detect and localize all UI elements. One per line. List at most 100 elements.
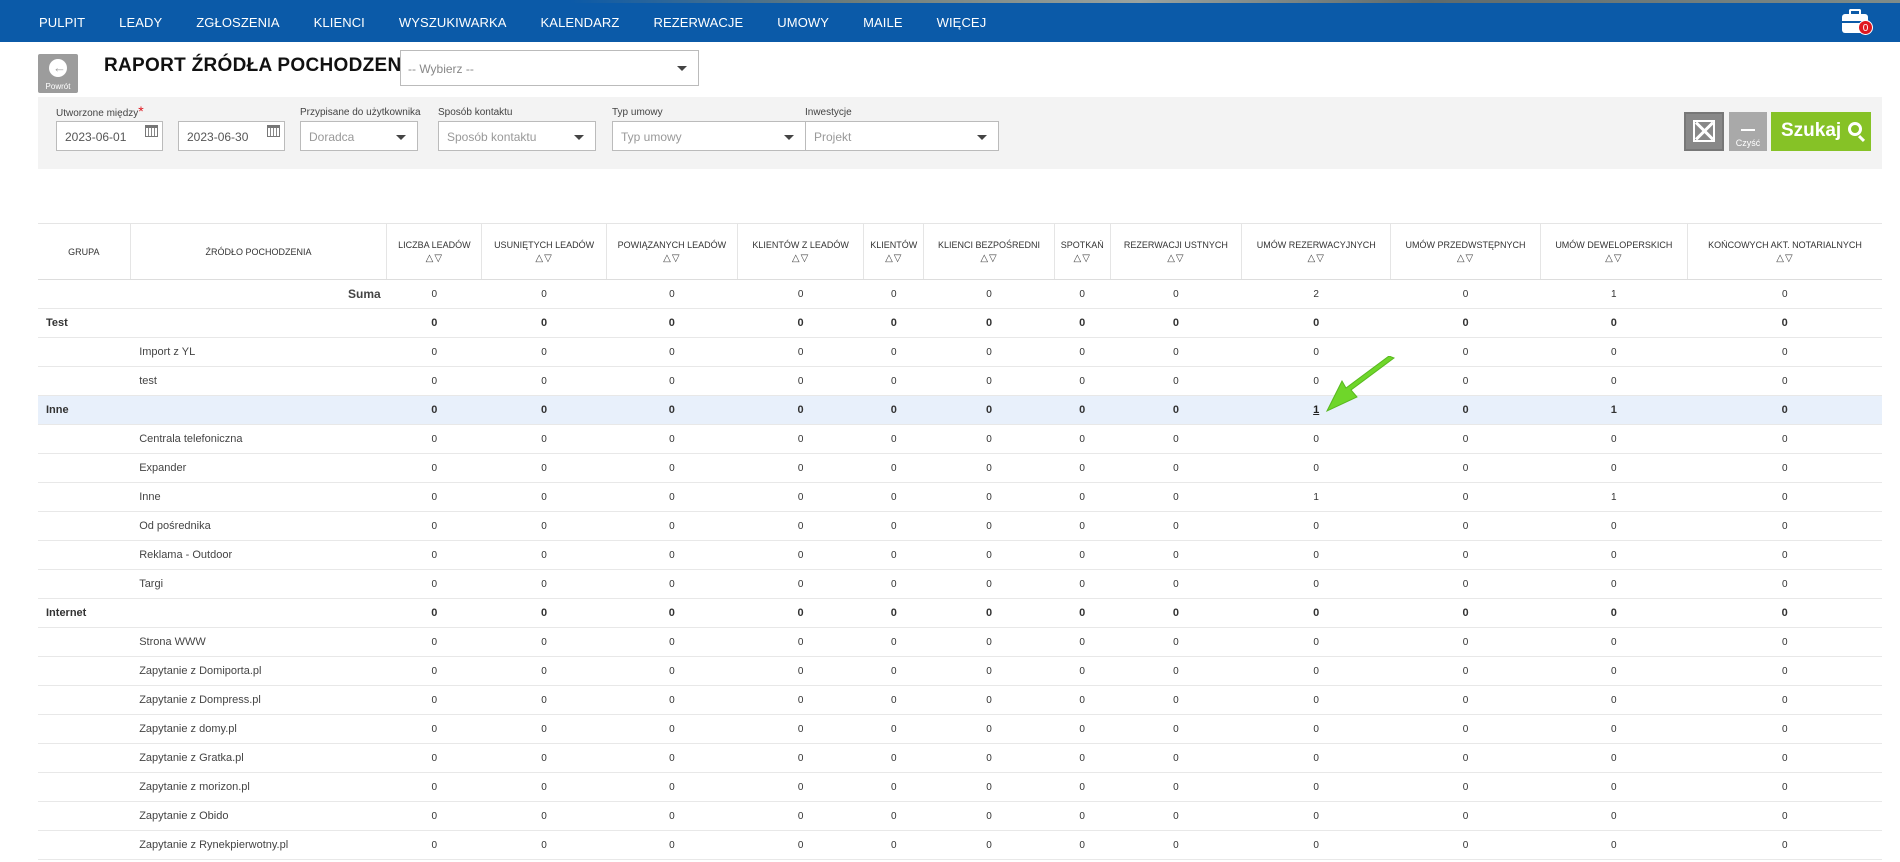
column-header[interactable]: KLIENTÓW △▽ — [863, 223, 925, 280]
nav-item-pulpit[interactable]: PULPIT — [39, 15, 85, 30]
chevron-down-icon — [574, 135, 584, 140]
back-button[interactable]: ← Powrót — [38, 54, 78, 93]
table-row: Import z YL 0 0 0 0 0 0 0 0 0 0 0 0 — [38, 337, 1882, 367]
sort-arrows-icon[interactable]: △▽ — [792, 253, 809, 265]
contact-method-select[interactable]: Sposób kontaktu — [438, 121, 596, 151]
calendar-icon[interactable] — [267, 125, 280, 137]
sort-arrows-icon[interactable]: △▽ — [1074, 253, 1091, 265]
close-filters-button[interactable] — [1684, 112, 1724, 151]
value-cell: 0 — [737, 685, 864, 715]
sum-row: Suma 0 0 0 0 0 0 0 0 2 0 1 0 — [38, 279, 1882, 309]
value-cell: 1 — [1241, 482, 1391, 512]
column-header[interactable]: UMÓW PRZEDWSTĘPNYCH △▽ — [1390, 223, 1541, 280]
nav-item-leady[interactable]: LEADY — [119, 15, 162, 30]
group-row: Test 0 0 0 0 0 0 0 0 0 0 0 0 — [38, 308, 1882, 338]
search-button[interactable]: Szukaj — [1771, 112, 1871, 151]
nav-item-wiecej[interactable]: WIĘCEJ — [937, 15, 987, 30]
value-cell: 0 — [1241, 569, 1391, 599]
date-from-input[interactable]: 2023-06-01 — [56, 121, 163, 151]
column-header[interactable]: POWIĄZANYCH LEADÓW △▽ — [606, 223, 738, 280]
column-header[interactable]: KLIENCI BEZPOŚREDNI △▽ — [923, 223, 1055, 280]
group-cell: Internet — [38, 598, 131, 628]
sort-arrows-icon[interactable]: △▽ — [1457, 253, 1474, 265]
sort-arrows-icon[interactable]: △▽ — [1605, 253, 1622, 265]
value-cell: 0 — [606, 598, 738, 628]
value-cell: 0 — [481, 308, 607, 338]
report-type-select[interactable]: -- Wybierz -- — [400, 50, 699, 86]
value-cell: 0 — [863, 598, 924, 628]
calendar-icon[interactable] — [145, 125, 158, 137]
value-cell: 0 — [386, 714, 482, 744]
table-row: Zapytanie z Obido 0 0 0 0 0 0 0 0 0 0 0 0 — [38, 801, 1882, 831]
nav-item-klienci[interactable]: KLIENCI — [314, 15, 365, 30]
source-cell: Strona WWW — [130, 627, 387, 657]
sort-arrows-icon[interactable]: △▽ — [885, 253, 902, 265]
nav-item-zgloszenia[interactable]: ZGŁOSZENIA — [196, 15, 279, 30]
value-cell: 0 — [863, 743, 924, 773]
nav-item-kalendarz[interactable]: KALENDARZ — [541, 15, 620, 30]
nav-item-wyszukiwarka[interactable]: WYSZUKIWARKA — [399, 15, 507, 30]
date-to-input[interactable]: 2023-06-30 — [178, 121, 285, 151]
column-header[interactable]: UMÓW DEWELOPERSKICH △▽ — [1540, 223, 1688, 280]
value-cell: 0 — [481, 279, 607, 309]
value-cell: 0 — [1054, 772, 1111, 802]
column-header[interactable]: UMÓW REZERWACYJNYCH △▽ — [1241, 223, 1392, 280]
nav-item-maile[interactable]: MAILE — [863, 15, 903, 30]
value-cell: 0 — [1540, 366, 1688, 396]
value-cell: 0 — [863, 569, 924, 599]
sort-arrows-icon[interactable]: △▽ — [663, 253, 680, 265]
sort-arrows-icon[interactable]: △▽ — [535, 253, 552, 265]
value-cell: 0 — [863, 627, 924, 657]
annotation-arrow-icon — [1325, 356, 1396, 413]
value-cell: 0 — [1241, 772, 1391, 802]
value-cell: 0 — [606, 424, 738, 454]
sort-arrows-icon[interactable]: △▽ — [426, 253, 443, 265]
value-cell: 0 — [1110, 453, 1242, 483]
sort-arrows-icon[interactable]: △▽ — [1776, 253, 1793, 265]
value-cell: 0 — [923, 482, 1055, 512]
contract-type-select[interactable]: Typ umowy — [612, 121, 806, 151]
value-cell: 0 — [923, 279, 1055, 309]
value-cell: 0 — [1540, 424, 1688, 454]
date-from-value: 2023-06-01 — [65, 130, 127, 144]
column-header[interactable]: LICZBA LEADÓW △▽ — [386, 223, 483, 280]
sort-arrows-icon[interactable]: △▽ — [1308, 253, 1325, 265]
value-cell: 0 — [923, 714, 1055, 744]
value-cell: 2 — [1241, 279, 1391, 309]
value-cell: 0 — [1390, 830, 1541, 860]
value-cell: 0 — [1054, 743, 1111, 773]
sort-arrows-icon[interactable]: △▽ — [980, 253, 997, 265]
value-cell: 0 — [386, 337, 482, 367]
investments-select[interactable]: Projekt — [805, 121, 999, 151]
sort-arrows-icon[interactable]: △▽ — [1167, 253, 1184, 265]
value-cell: 0 — [737, 511, 864, 541]
value-cell: 0 — [386, 482, 482, 512]
column-header[interactable]: KLIENTÓW Z LEADÓW △▽ — [737, 223, 865, 280]
nav-item-rezerwacje[interactable]: REZERWACJE — [653, 15, 743, 30]
column-header[interactable]: REZERWACJI USTNYCH △▽ — [1110, 223, 1243, 280]
column-header[interactable]: KOŃCOWYCH AKT. NOTARIALNYCH △▽ — [1687, 223, 1882, 280]
clear-filters-button[interactable]: Czyść — [1729, 112, 1767, 151]
value-cell: 0 — [481, 743, 607, 773]
value-cell: 0 — [481, 453, 607, 483]
table-row: Od pośrednika 0 0 0 0 0 0 0 0 0 0 0 0 — [38, 511, 1882, 541]
value-cell: 0 — [386, 540, 482, 570]
briefcase-icon[interactable]: 0 — [1840, 6, 1874, 36]
nav-item-umowy[interactable]: UMOWY — [777, 15, 829, 30]
assigned-user-select[interactable]: Doradca — [300, 121, 418, 151]
column-header[interactable]: SPOTKAŃ △▽ — [1054, 223, 1111, 280]
value-cell: 0 — [1110, 366, 1242, 396]
value-cell: 0 — [1110, 830, 1242, 860]
value-cell: 0 — [481, 627, 607, 657]
value-link[interactable]: 1 — [1313, 404, 1319, 416]
value-cell: 0 — [606, 772, 738, 802]
value-cell: 0 — [1054, 511, 1111, 541]
value-cell: 0 — [1540, 743, 1688, 773]
value-cell: 0 — [737, 279, 864, 309]
value-cell: 0 — [923, 453, 1055, 483]
group-cell — [38, 627, 131, 657]
value-cell: 0 — [1241, 453, 1391, 483]
column-header[interactable]: USUNIĘTYCH LEADÓW △▽ — [481, 223, 607, 280]
value-cell: 0 — [1687, 743, 1882, 773]
value-cell: 0 — [1687, 801, 1882, 831]
